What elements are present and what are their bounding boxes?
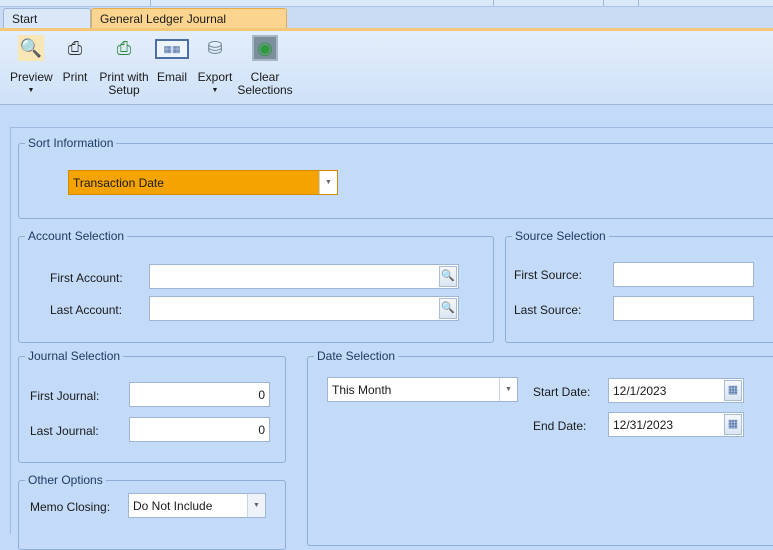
value: 0 <box>258 423 265 437</box>
lookup-search-icon[interactable]: 🔍 <box>439 298 457 319</box>
source-selection-group: Source Selection First Source: Last Sour… <box>505 229 773 343</box>
last-journal-label: Last Journal: <box>30 424 99 438</box>
first-source-input[interactable] <box>613 262 754 287</box>
chevron-down-icon[interactable]: ▼ <box>499 378 517 401</box>
selected-value: Transaction Date <box>73 176 164 190</box>
first-account-input[interactable]: 🔍 <box>149 264 459 289</box>
group-title: Journal Selection <box>25 349 124 363</box>
value: 12/31/2023 <box>613 418 674 432</box>
other-options-group: Other Options Memo Closing: Do Not Inclu… <box>18 473 286 550</box>
label: Clear Selections <box>237 70 293 97</box>
dropdown-arrow-icon: ▼ <box>211 87 219 94</box>
print-button[interactable]: ⎙ Print <box>60 35 90 84</box>
toolbar: 🔍 Preview ▼ ⎙ Print ⎙ Print with Setup ▦▦ Ema… <box>0 31 773 105</box>
first-source-label: First Source: <box>514 268 583 282</box>
last-account-input[interactable]: 🔍 <box>149 296 459 321</box>
printer-setup-icon: ⎙ <box>116 37 132 58</box>
label: Email <box>156 70 187 84</box>
journal-selection-group: Journal Selection First Journal: 0 Last … <box>18 349 286 463</box>
lookup-search-icon[interactable]: 🔍 <box>439 266 457 287</box>
last-account-label: Last Account: <box>50 303 123 317</box>
print-with-setup-button[interactable]: ⎙ Print with Setup <box>97 35 151 97</box>
group-title: Date Selection <box>314 349 399 363</box>
value: 12/1/2023 <box>613 384 667 398</box>
sort-information-group: Sort Information Transaction Date ▼ <box>18 136 773 219</box>
start-date-label: Start Date: <box>533 385 591 399</box>
calendar-icon[interactable]: ▦ <box>724 414 742 435</box>
account-selection-group: Account Selection First Account: 🔍 Last … <box>18 229 494 343</box>
label: Preview <box>10 70 53 84</box>
tab-general-ledger-journal-listing[interactable]: General Ledger Journal Listing✕ <box>91 8 287 40</box>
tab-start-page[interactable]: Start Page✕ <box>3 8 91 40</box>
memo-closing-dropdown[interactable]: Do Not Include ▼ <box>128 493 266 518</box>
clear-selections-button[interactable]: ◉ Clear Selections <box>237 35 293 97</box>
printer-icon: ⎙ <box>67 37 83 58</box>
group-title: Source Selection <box>512 229 609 243</box>
last-source-label: Last Source: <box>514 303 582 317</box>
last-journal-input[interactable]: 0 <box>129 417 270 442</box>
first-journal-label: First Journal: <box>30 389 100 403</box>
group-title: Sort Information <box>25 136 117 150</box>
clear-icon: ◉ <box>252 35 278 61</box>
last-source-input[interactable] <box>613 296 754 321</box>
memo-closing-label: Memo Closing: <box>30 500 111 514</box>
label: Print <box>62 70 88 84</box>
value: 0 <box>258 388 265 402</box>
tab-strip: Start Page✕ General Ledger Journal Listi… <box>0 7 773 40</box>
calendar-icon[interactable]: ▦ <box>724 380 742 401</box>
date-selection-group: Date Selection This Month ▼ Start Date: 1… <box>307 349 773 546</box>
selected-value: This Month <box>332 383 392 397</box>
start-date-input[interactable]: 12/1/2023 ▦ <box>608 378 744 403</box>
selected-value: Do Not Include <box>133 499 213 513</box>
magnifier-icon: 🔍 <box>18 35 44 61</box>
email-icon: ▦▦ <box>155 39 189 59</box>
preview-button[interactable]: 🔍 Preview ▼ <box>10 35 53 97</box>
group-title: Account Selection <box>25 229 128 243</box>
label: Export <box>197 70 233 84</box>
top-strip <box>0 0 773 7</box>
chevron-down-icon[interactable]: ▼ <box>319 171 337 194</box>
end-date-input[interactable]: 12/31/2023 ▦ <box>608 412 744 437</box>
sort-by-dropdown[interactable]: Transaction Date ▼ <box>68 170 338 195</box>
group-title: Other Options <box>25 473 106 487</box>
end-date-label: End Date: <box>533 419 587 433</box>
export-database-icon: ⛁ <box>207 37 223 58</box>
first-journal-input[interactable]: 0 <box>129 382 270 407</box>
email-button[interactable]: ▦▦ Email <box>154 35 190 84</box>
dropdown-arrow-icon: ▼ <box>27 87 35 94</box>
date-range-dropdown[interactable]: This Month ▼ <box>327 377 518 402</box>
export-button[interactable]: ⛁ Export ▼ <box>196 35 234 97</box>
chevron-down-icon[interactable]: ▼ <box>247 494 265 517</box>
first-account-label: First Account: <box>50 271 123 285</box>
label: Print with Setup <box>99 70 149 97</box>
